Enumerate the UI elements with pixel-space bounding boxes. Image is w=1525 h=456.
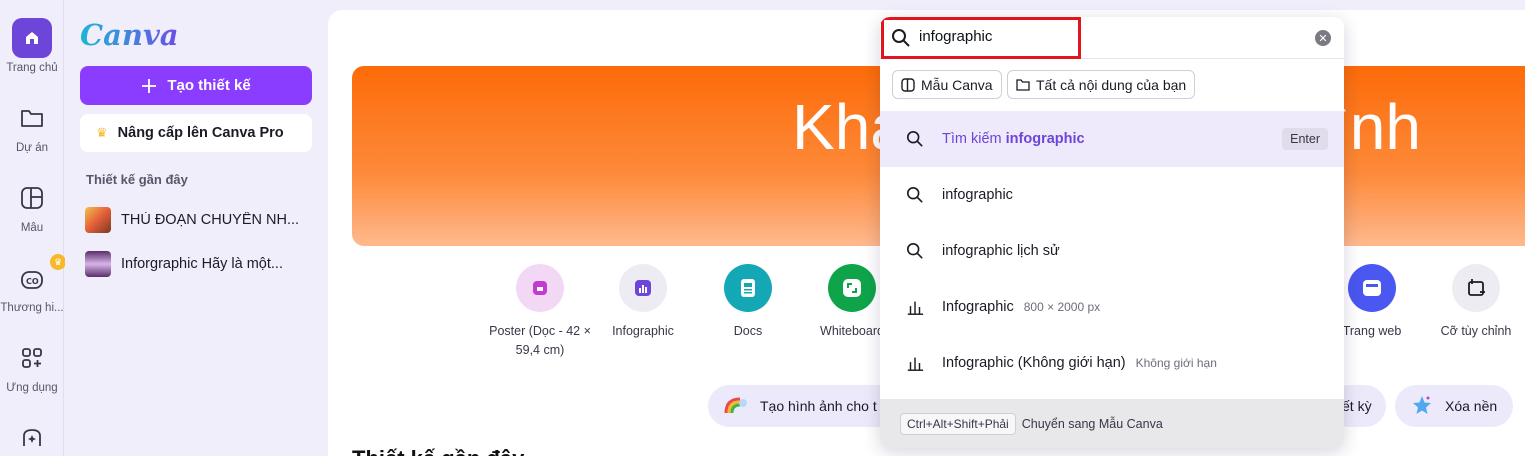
- rail-item-projects[interactable]: Dự án: [0, 98, 64, 154]
- folder-icon: [1016, 79, 1030, 91]
- chip-label: Mẫu Canva: [921, 76, 993, 93]
- website-icon: [1348, 264, 1396, 312]
- chart-bars-icon: [907, 357, 924, 371]
- suggestion-search-infographic[interactable]: Tìm kiếm infographic Enter: [880, 111, 1344, 167]
- rail-label: Trang chủ: [6, 62, 58, 74]
- tile-label: Cỡ tùy chỉnh: [1440, 324, 1512, 338]
- enter-key-badge: Enter: [1282, 128, 1328, 150]
- upgrade-pro-button[interactable]: ♛ Nâng cấp lên Canva Pro: [80, 114, 312, 152]
- rail-item-brand[interactable]: CO ♛ Thương hi...: [0, 254, 66, 314]
- recent-designs-title: Thiết kế gần đây: [86, 172, 188, 187]
- plus-icon: [142, 78, 157, 93]
- canva-logo[interactable]: Canva: [80, 18, 179, 52]
- rail-label: Mẫu: [20, 222, 44, 234]
- tile-infographic[interactable]: Infographic: [588, 264, 698, 341]
- template-icon: [901, 77, 915, 92]
- whiteboard-icon: [828, 264, 876, 312]
- suggestion-text: infographic: [942, 187, 1013, 203]
- magic-icon: [12, 418, 52, 456]
- rail-label: Dự án: [16, 142, 48, 154]
- section-heading: Thiết kế gần đây: [352, 446, 524, 456]
- pill-label: ết kỳ: [1342, 398, 1372, 414]
- create-design-label: Tạo thiết kế: [167, 77, 251, 94]
- search-bar[interactable]: ✕: [880, 17, 1344, 59]
- rainbow-icon: [724, 395, 748, 418]
- side-panel: Canva Tạo thiết kế ♛ Nâng cấp lên Canva …: [65, 0, 327, 456]
- crown-icon: ♛: [96, 125, 108, 140]
- docs-icon: [724, 264, 772, 312]
- tile-label: Poster (Dọc - 42 × 59,4 cm): [489, 324, 591, 357]
- search-footer: Ctrl+Alt+Shift+Phải Chuyển sang Mẫu Canv…: [880, 399, 1344, 448]
- chip-label: Tất cả nội dung của bạn: [1036, 76, 1187, 93]
- suggestion-text: Infographic: [942, 299, 1014, 315]
- search-icon: [906, 186, 923, 203]
- rail-label: Ứng dụng: [6, 382, 58, 394]
- tile-label: Docs: [733, 324, 763, 338]
- suggestion-text: Tìm kiếm infographic: [942, 131, 1085, 147]
- recent-design-title: Inforgraphic Hãy là một...: [121, 256, 283, 272]
- search-icon: [906, 130, 923, 147]
- tile-poster[interactable]: Poster (Dọc - 42 × 59,4 cm): [485, 264, 595, 360]
- tile-label: Trang web: [1342, 324, 1402, 338]
- chip-all-content[interactable]: Tất cả nội dung của bạn: [1007, 70, 1196, 99]
- recent-design-title: THỦ ĐOẠN CHUYỂN NH...: [121, 212, 300, 228]
- brand-icon: CO ♛: [12, 254, 66, 298]
- chart-bars-icon: [907, 301, 924, 315]
- pill-remove-bg[interactable]: Xóa nền: [1395, 385, 1513, 427]
- search-dropdown: ✕ Mẫu Canva Tất cả nội dung của bạn Tìm …: [880, 17, 1344, 448]
- rail-item-magic[interactable]: [0, 418, 64, 456]
- left-rail: Trang chủ Dự án Mẫu CO ♛ Thương hi... Ứn…: [0, 0, 66, 456]
- poster-icon: [516, 264, 564, 312]
- suggestion-text: infographic lịch sử: [942, 243, 1060, 259]
- suggestion-item[interactable]: Infographic 800 × 2000 px: [880, 279, 1344, 335]
- suggestion-item[interactable]: infographic: [880, 167, 1344, 223]
- hero-title-right: ình: [1332, 91, 1421, 163]
- suggestion-item[interactable]: Infographic (Không giới hạn) Không giới …: [880, 335, 1344, 391]
- suggestion-item[interactable]: infographic lịch sử: [880, 223, 1344, 279]
- tile-label: Whiteboard: [820, 324, 884, 338]
- template-icon: [12, 178, 52, 218]
- create-design-button[interactable]: Tạo thiết kế: [80, 66, 312, 105]
- rail-item-home[interactable]: Trang chủ: [0, 18, 64, 74]
- tile-label: Infographic: [612, 324, 674, 338]
- rail-item-apps[interactable]: Ứng dụng: [0, 338, 64, 394]
- rail-label: Thương hi...: [0, 302, 64, 314]
- search-highlight-box: [881, 17, 1081, 59]
- rail-item-templates[interactable]: Mẫu: [0, 178, 64, 234]
- upgrade-label: Nâng cấp lên Canva Pro: [117, 125, 284, 141]
- pill-create-image[interactable]: Tạo hình ảnh cho t: [708, 385, 908, 427]
- tile-custom-size[interactable]: Cỡ tùy chỉnh: [1421, 264, 1525, 341]
- recent-design-item[interactable]: THỦ ĐOẠN CHUYỂN NH...: [85, 205, 315, 235]
- clear-search-button[interactable]: ✕: [1315, 30, 1331, 46]
- sparkle-star-icon: [1411, 394, 1433, 419]
- footer-text: Chuyển sang Mẫu Canva: [1021, 416, 1163, 431]
- suggestion-subtext: 800 × 2000 px: [1023, 300, 1101, 314]
- recent-design-item[interactable]: Inforgraphic Hãy là một...: [85, 249, 315, 279]
- custom-size-icon: [1452, 264, 1500, 312]
- home-icon: [12, 18, 52, 58]
- design-thumbnail: [85, 251, 111, 277]
- shortcut-key: Ctrl+Alt+Shift+Phải: [900, 412, 1016, 435]
- apps-icon: [12, 338, 52, 378]
- suggestion-text: Infographic (Không giới hạn): [942, 355, 1126, 371]
- search-icon: [906, 242, 923, 259]
- folder-icon: [12, 98, 52, 138]
- pill-label: Tạo hình ảnh cho t: [760, 398, 877, 414]
- pill-label: Xóa nền: [1445, 398, 1498, 414]
- svg-text:CO: CO: [26, 277, 39, 286]
- infographic-icon: [619, 264, 667, 312]
- tile-docs[interactable]: Docs: [693, 264, 803, 341]
- chip-canva-templates[interactable]: Mẫu Canva: [892, 70, 1002, 99]
- design-thumbnail: [85, 207, 111, 233]
- crown-icon: ♛: [50, 254, 66, 270]
- suggestion-subtext: Không giới hạn: [1135, 356, 1217, 370]
